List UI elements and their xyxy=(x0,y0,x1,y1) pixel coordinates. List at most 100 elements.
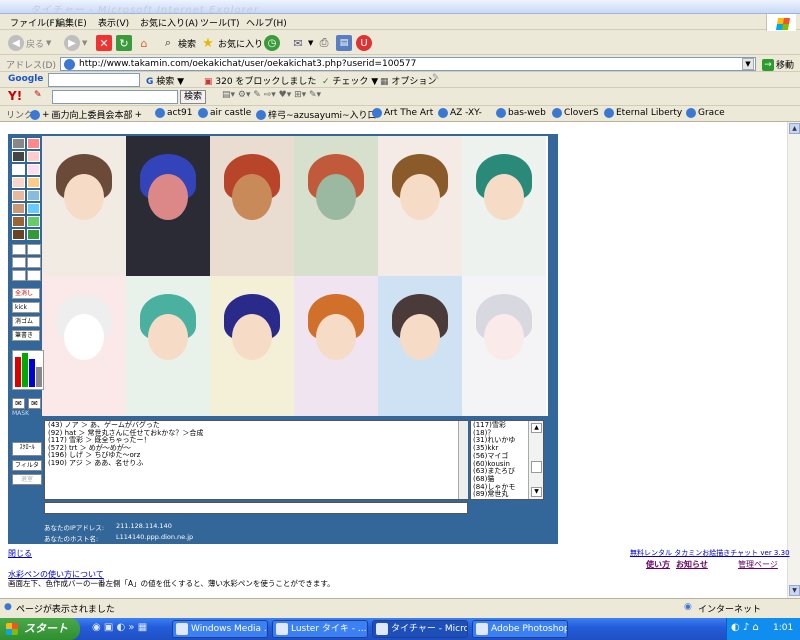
scroll-up-icon[interactable]: ▲ xyxy=(789,123,800,134)
mask-envelope-icon-2[interactable]: ✉ xyxy=(28,398,41,409)
exit-button[interactable]: 退室 xyxy=(12,474,42,485)
scroll-up-icon[interactable]: ▲ xyxy=(531,423,542,433)
menu-file[interactable]: ファイル(F) xyxy=(10,16,58,29)
color-swatch[interactable] xyxy=(27,190,40,201)
scroll-toggle-button[interactable]: ｽｸﾛｰﾙ xyxy=(12,442,42,456)
color-swatch[interactable] xyxy=(12,138,25,149)
green-bar[interactable] xyxy=(22,353,28,387)
address-input[interactable]: http://www.takamin.com/oekakichat/user/o… xyxy=(60,57,756,71)
color-swatch[interactable] xyxy=(27,164,40,175)
link-item[interactable]: Art The Art xyxy=(372,108,433,118)
alpha-bar[interactable] xyxy=(36,367,42,387)
color-swatch[interactable] xyxy=(27,177,40,188)
color-maker-bars[interactable] xyxy=(12,350,44,390)
color-swatch[interactable] xyxy=(27,229,40,240)
spell-check-button[interactable]: ✓ チェック ▼ xyxy=(322,74,378,87)
home-button[interactable]: ⌂ xyxy=(136,34,152,52)
drawing-canvas[interactable] xyxy=(42,136,548,416)
color-swatch[interactable] xyxy=(12,190,25,201)
kick-button[interactable]: kick xyxy=(12,302,40,313)
menu-view[interactable]: 表示(V) xyxy=(98,16,129,29)
menu-favorites[interactable]: お気に入り(A) xyxy=(140,16,198,29)
task-windows-media[interactable]: Windows Media ... xyxy=(172,620,268,638)
search-button[interactable]: ⌕ 検索 xyxy=(160,34,196,52)
pen-size-3[interactable] xyxy=(12,257,26,268)
link-item[interactable]: Grace xyxy=(686,108,725,118)
back-button[interactable]: ◀ 戻る ▼ xyxy=(8,34,51,52)
pen-size-4[interactable] xyxy=(27,257,41,268)
howto-link[interactable]: 使い方 xyxy=(646,559,670,570)
options-button[interactable]: ▦ オプション xyxy=(380,74,436,87)
edit-button[interactable]: ▤ xyxy=(336,34,352,52)
favorites-button[interactable]: ★ お気に入り xyxy=(200,34,263,52)
messenger-button[interactable]: U xyxy=(356,34,372,52)
task-taichar[interactable]: タイチャー - Micros... xyxy=(372,620,468,638)
chat-scrollbar[interactable] xyxy=(458,421,468,499)
brush-button[interactable]: 筆書き xyxy=(12,330,40,341)
eraser-button[interactable]: 消ゴム xyxy=(12,316,40,327)
yahoo-pen-icon[interactable]: ✎ xyxy=(34,90,42,100)
google-logo[interactable]: Google xyxy=(8,74,43,84)
admin-link[interactable]: 管理ページ xyxy=(738,559,778,570)
clear-all-button[interactable]: 全消し xyxy=(12,288,40,299)
address-dropdown-icon[interactable]: ▼ xyxy=(742,58,754,70)
chat-log[interactable]: (43) ノア ＞ あ、ゲームがバグった (92) hat ＞ 常世丸さんに任せ… xyxy=(44,420,468,500)
color-swatch[interactable] xyxy=(12,151,25,162)
color-swatch[interactable] xyxy=(27,138,40,149)
link-item[interactable]: CloverS xyxy=(552,108,599,118)
popup-blocker[interactable]: ▣ 320 をブロックしました xyxy=(204,74,316,87)
color-swatch[interactable] xyxy=(12,216,25,227)
link-item[interactable]: 梓弓~azusayumi~入り口 xyxy=(256,108,377,121)
color-swatch[interactable] xyxy=(12,177,25,188)
link-item[interactable]: act91 xyxy=(155,108,192,118)
chat-message-input[interactable] xyxy=(44,502,468,514)
red-bar[interactable] xyxy=(15,357,21,387)
task-photoshop[interactable]: Adobe Photoshop xyxy=(472,620,568,638)
link-item[interactable]: AZ -XY- xyxy=(438,108,482,118)
yahoo-search-button[interactable]: 検索 xyxy=(180,90,207,104)
forward-button[interactable]: ▶ ▼ xyxy=(64,34,87,52)
blue-bar[interactable] xyxy=(29,359,35,387)
link-item[interactable]: air castle xyxy=(198,108,251,118)
link-item[interactable]: + 画力向上委員会本部 + xyxy=(30,108,142,121)
close-link[interactable]: 閉じる xyxy=(8,548,32,559)
yahoo-toolbar-icons[interactable]: ▤▾ ⚙▾ ✎ ⇨▾ ♥▾ ⊞▾ ✎▾ xyxy=(222,90,321,100)
mask-envelope-icon[interactable]: ✉ xyxy=(12,398,25,409)
color-swatch[interactable] xyxy=(12,164,25,175)
news-link[interactable]: お知らせ xyxy=(676,559,708,570)
print-button[interactable]: ⎙ xyxy=(316,34,332,52)
pen-size-5[interactable] xyxy=(12,270,26,281)
yahoo-search-input[interactable] xyxy=(52,90,178,104)
link-item[interactable]: bas-web xyxy=(496,108,546,118)
task-luster[interactable]: Luster タイキ - ... xyxy=(272,620,368,638)
google-search-input[interactable] xyxy=(48,73,140,87)
refresh-button[interactable]: ↻ xyxy=(116,34,132,52)
filter-button[interactable]: フィルタ xyxy=(12,460,42,471)
yahoo-logo[interactable]: Y! xyxy=(8,89,22,103)
color-swatch[interactable] xyxy=(27,151,40,162)
menu-tools[interactable]: ツール(T) xyxy=(200,16,240,29)
pen-size-1[interactable] xyxy=(12,244,26,255)
stop-button[interactable]: ✕ xyxy=(96,34,112,52)
go-button[interactable]: → 移動 xyxy=(762,58,794,71)
pen-size-6[interactable] xyxy=(27,270,41,281)
history-button[interactable]: ◷ xyxy=(264,34,280,52)
scroll-thumb[interactable] xyxy=(531,461,542,473)
google-search-button[interactable]: G 検索 ▼ xyxy=(146,74,184,87)
user-list-scrollbar[interactable]: ▲ ▼ xyxy=(528,421,543,499)
tray-icons[interactable]: ◐ ♪ ⌂ xyxy=(731,622,759,633)
scroll-down-icon[interactable]: ▼ xyxy=(531,487,542,497)
pen-size-2[interactable] xyxy=(27,244,41,255)
quick-launch-icons[interactable]: ◉ ▣ ◐ » ▦ xyxy=(92,622,147,633)
start-button[interactable]: スタート xyxy=(0,618,80,640)
scroll-down-icon[interactable]: ▼ xyxy=(789,585,800,596)
menu-help[interactable]: ヘルプ(H) xyxy=(246,16,287,29)
rental-link[interactable]: 無料レンタル タカミンお絵描きチャット ver 3.30 xyxy=(630,548,790,558)
pencil-icon[interactable]: ✎ xyxy=(432,73,440,83)
page-scrollbar[interactable]: ▲ ▼ xyxy=(787,122,800,598)
mail-button[interactable]: ✉ ▼ xyxy=(290,34,313,52)
color-swatch[interactable] xyxy=(27,216,40,227)
color-swatch[interactable] xyxy=(12,229,25,240)
color-swatch[interactable] xyxy=(27,203,40,214)
color-swatch[interactable] xyxy=(12,203,25,214)
